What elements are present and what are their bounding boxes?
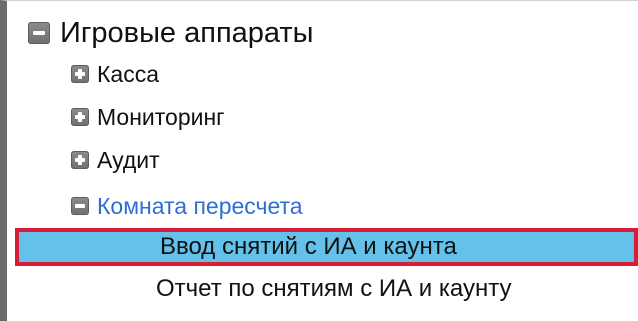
tree-node-label: Мониторинг — [97, 103, 225, 130]
tree-leaf-label: Отчет по снятиям с ИА и каунту — [156, 275, 512, 302]
navigation-tree: Игровые аппараты Касса Мониторинг Аудит … — [0, 0, 638, 321]
collapse-minus-icon[interactable] — [28, 22, 50, 44]
tree-node-label: Касса — [97, 60, 159, 87]
tree-node-counting-room[interactable]: Комната пересчета — [14, 189, 638, 223]
tree-node-gaming-machines[interactable]: Игровые аппараты — [14, 11, 638, 55]
tree-node-audit[interactable]: Аудит — [14, 143, 638, 177]
expand-plus-icon[interactable] — [71, 65, 89, 83]
collapse-minus-icon[interactable] — [71, 197, 89, 215]
tree-node-label: Комната пересчета — [97, 192, 303, 219]
tree-node-cashier[interactable]: Касса — [14, 57, 638, 91]
tree-leaf-withdrawal-report[interactable]: Отчет по снятиям с ИА и каунту — [15, 270, 638, 308]
tree-node-label: Игровые аппараты — [60, 16, 314, 49]
tree-node-label: Аудит — [97, 146, 160, 173]
expand-plus-icon[interactable] — [71, 151, 89, 169]
tree-leaf-label: Ввод снятий с ИА и каунта — [160, 233, 457, 260]
tree-leaf-withdrawal-entry[interactable]: Ввод снятий с ИА и каунта — [15, 228, 638, 266]
expand-plus-icon[interactable] — [71, 108, 89, 126]
tree-node-monitoring[interactable]: Мониторинг — [14, 100, 638, 134]
